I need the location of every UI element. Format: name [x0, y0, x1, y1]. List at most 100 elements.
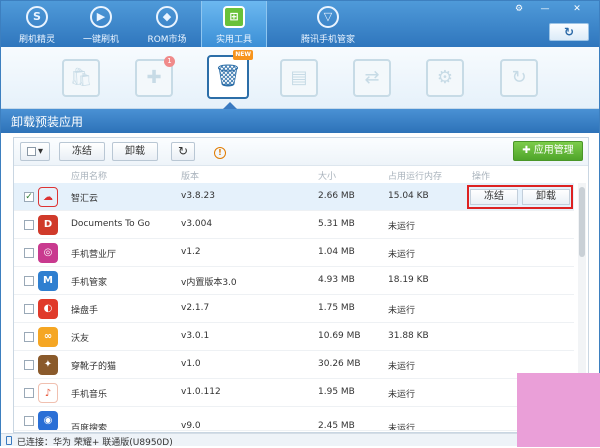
header-action: 操作 [472, 172, 491, 182]
decorative-overlay [517, 373, 600, 447]
app-icon: ☁ [38, 187, 58, 207]
app-memory: 未运行 [388, 222, 416, 232]
trash-glyph: 🗑 [214, 64, 242, 89]
table-row[interactable]: D Documents To Go v3.004 5.31 MB 未运行 [14, 211, 574, 239]
row-uninstall-button[interactable]: 卸载 [522, 189, 570, 205]
refresh-list-icon[interactable]: ↻ [171, 142, 195, 161]
row-checkbox[interactable] [24, 276, 34, 286]
play-icon: ▶ [90, 6, 112, 28]
tab-label: 刷机精灵 [18, 35, 55, 45]
minimize-icon[interactable]: — [537, 3, 553, 15]
select-all-checkbox[interactable] [26, 146, 36, 156]
row-freeze-button[interactable]: 冻结 [470, 189, 518, 205]
row-checkbox[interactable] [24, 332, 34, 342]
tab-label: 一键刷机 [82, 35, 119, 45]
android-icon: ◆ [156, 6, 178, 28]
app-version: v3.004 [181, 219, 213, 229]
transfer-icon[interactable]: ⇄ [353, 59, 391, 97]
select-all-dropdown[interactable]: ▾ [20, 142, 50, 161]
app-size: 4.93 MB [318, 275, 355, 285]
scrollbar-thumb[interactable] [579, 187, 585, 257]
tab-label: ROM市场 [147, 35, 187, 45]
section-title: 卸载预装应用 [11, 115, 84, 129]
app-memory: 18.19 KB [388, 275, 429, 285]
app-icon: M [38, 271, 58, 291]
app-name: Documents To Go [71, 219, 150, 229]
row-checkbox[interactable] [24, 416, 34, 426]
grid-icon: ⊞ [223, 6, 245, 28]
app-size: 1.75 MB [318, 303, 355, 313]
settings-tool-icon[interactable]: ⚙ [426, 59, 464, 97]
row-checkbox[interactable] [24, 388, 34, 398]
app-version: v1.0 [181, 359, 201, 369]
close-icon[interactable]: ✕ [569, 3, 585, 15]
tab-label: 实用工具 [215, 35, 252, 45]
tab-tencent-manager[interactable]: ▽ 腾讯手机管家 [285, 1, 371, 47]
phone-icon [6, 436, 12, 445]
app-name: 手机管家 [71, 278, 108, 288]
tab-one-click-flash[interactable]: ▶ 一键刷机 [69, 1, 133, 47]
app-icon: ✦ [38, 355, 58, 375]
app-name: 智汇云 [71, 194, 99, 204]
app-size: 2.66 MB [318, 191, 355, 201]
table-row[interactable]: M 手机管家 v内置版本3.0 4.93 MB 18.19 KB [14, 267, 574, 295]
app-size: 30.26 MB [318, 359, 361, 369]
puzzle-icon[interactable]: ✚ 1 [135, 56, 175, 97]
new-tag: NEW [233, 50, 253, 60]
app-name: 手机音乐 [71, 390, 108, 400]
puzzle-small-icon: ✚ [522, 145, 534, 156]
uninstall-panel: ▾ 冻结 卸载 ↻ ! ✚ 应用管理 应用名称 版本 大小 占用运行内存 操作 … [13, 137, 589, 433]
app-memory: 未运行 [388, 250, 416, 260]
app-version: v3.0.1 [181, 331, 210, 341]
app-icon: ◉ [38, 411, 58, 430]
table-row[interactable]: ✓ ☁ 智汇云 v3.8.23 2.66 MB 15.04 KB 冻结 卸载 [14, 183, 574, 211]
table-row[interactable]: ◐ 操盘手 v2.1.7 1.75 MB 未运行 [14, 295, 574, 323]
tab-rom-market[interactable]: ◆ ROM市场 [135, 1, 199, 47]
app-size: 10.69 MB [318, 331, 361, 341]
row-actions-highlight: 冻结 卸载 [467, 185, 573, 209]
row-checkbox[interactable]: ✓ [24, 192, 34, 202]
table-row[interactable]: ♪ 手机音乐 v1.0.112 1.95 MB 未运行 [14, 379, 574, 407]
table-row[interactable]: ✦ 穿靴子的猫 v1.0 30.26 MB 未运行 [14, 351, 574, 379]
sync-icon[interactable]: ↻ [500, 59, 538, 97]
puzzle-glyph: ✚ [146, 67, 162, 88]
app-manage-label: 应用管理 [533, 145, 574, 156]
row-checkbox[interactable] [24, 360, 34, 370]
app-size: 5.31 MB [318, 219, 355, 229]
tab-flash-wizard[interactable]: S 刷机精灵 [5, 1, 69, 47]
tab-label: 腾讯手机管家 [300, 35, 355, 45]
table-row[interactable]: ∞ 沃友 v3.0.1 10.69 MB 31.88 KB [14, 323, 574, 351]
table-header: 应用名称 版本 大小 占用运行内存 操作 [14, 169, 574, 183]
table-row[interactable]: ◎ 手机营业厅 v1.2 1.04 MB 未运行 [14, 239, 574, 267]
app-version: v1.2 [181, 247, 201, 257]
app-name: 手机营业厅 [71, 250, 117, 260]
row-checkbox[interactable] [24, 304, 34, 314]
app-icon: ◎ [38, 243, 58, 263]
bag-icon[interactable]: 🛍 [62, 59, 100, 97]
tab-utilities[interactable]: ⊞ 实用工具 [201, 1, 267, 47]
app-memory: 未运行 [388, 362, 416, 372]
app-icon: ◐ [38, 299, 58, 319]
app-window: S 刷机精灵 ▶ 一键刷机 ◆ ROM市场 ⊞ 实用工具 ▽ 腾讯手机管家 ⚙ … [0, 0, 600, 448]
connection-status: 已连接：华为 荣耀+ 联通版(U8950D) [17, 438, 173, 448]
app-manage-button[interactable]: ✚ 应用管理 [513, 141, 583, 161]
document-icon[interactable]: ▤ [280, 59, 318, 97]
warning-icon[interactable]: ! [214, 147, 226, 159]
panel-toolbar: ▾ 冻结 卸载 ↻ ! ✚ 应用管理 [14, 138, 588, 166]
table-row[interactable]: ◉ 百度搜索 v9.0 2.45 MB 未运行 [14, 407, 574, 431]
uninstall-button[interactable]: 卸载 [112, 142, 158, 161]
app-memory: 未运行 [388, 306, 416, 316]
refresh-button[interactable]: ↻ [549, 23, 589, 41]
app-memory: 31.88 KB [388, 331, 429, 341]
freeze-button[interactable]: 冻结 [59, 142, 105, 161]
app-icon: ♪ [38, 383, 58, 403]
app-size: 1.95 MB [318, 387, 355, 397]
trash-icon[interactable]: 🗑 NEW [207, 50, 253, 99]
row-checkbox[interactable] [24, 248, 34, 258]
row-checkbox[interactable] [24, 220, 34, 230]
header-version: 版本 [181, 172, 200, 182]
header-size: 大小 [318, 172, 337, 182]
app-size: 2.45 MB [318, 421, 355, 431]
settings-icon[interactable]: ⚙ [511, 3, 527, 15]
app-version: v3.8.23 [181, 191, 215, 201]
